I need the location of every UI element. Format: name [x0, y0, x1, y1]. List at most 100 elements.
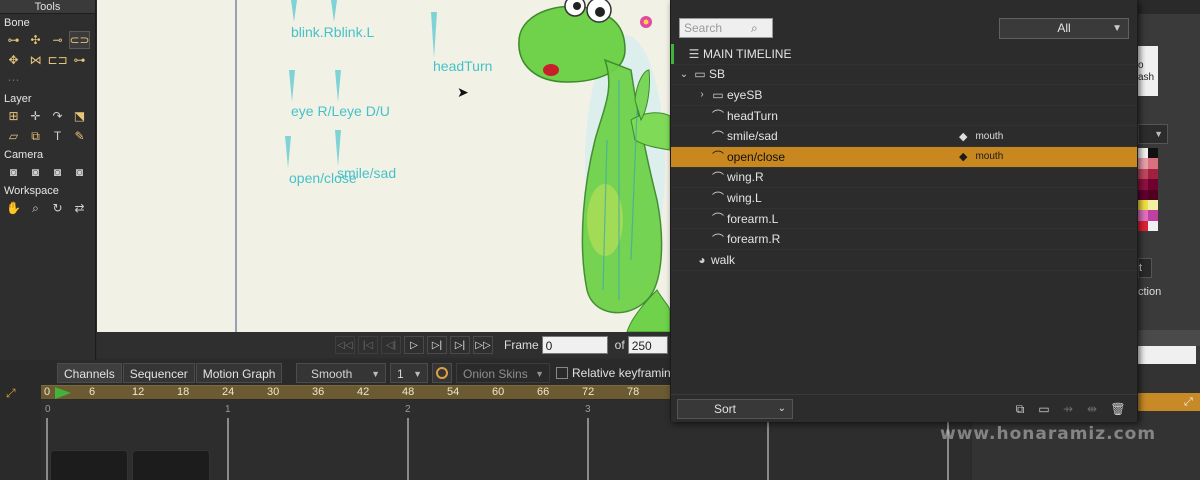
layer-row-sb[interactable]: ⌄ ▭ SB — [671, 65, 1137, 86]
text-tool-icon[interactable]: T — [47, 127, 68, 145]
rotate-workspace-icon[interactable]: ↻ — [47, 199, 68, 217]
expand-icon[interactable]: ⤢ — [1184, 396, 1193, 409]
layer-label: headTurn — [727, 108, 778, 123]
transform-bone-tool-icon[interactable]: ✥ — [3, 51, 24, 69]
ruler-number: 36 — [312, 386, 325, 398]
canvas-guide-line — [235, 0, 237, 332]
frame-ruler[interactable]: 0 6 12 18 24 30 36 42 48 54 60 66 72 78 — [41, 385, 670, 399]
offset-bone-tool-icon[interactable]: ⋯ — [3, 71, 24, 89]
layer-row-wing-l[interactable]: ⌒ wing.L — [671, 188, 1137, 209]
relative-keyframing-toggle[interactable]: Relative keyframing — [556, 363, 677, 383]
rotate-layer-tool-icon[interactable]: ↷ — [47, 107, 68, 125]
switch-layer-tool-icon[interactable]: ⧉ — [25, 127, 46, 145]
select-bone-tool-icon[interactable]: ⊶ — [3, 31, 24, 49]
camera-pan-tilt-icon[interactable]: ◙ — [69, 163, 90, 181]
style-panel-button[interactable]: t — [1138, 258, 1152, 278]
brush-tool-icon[interactable]: ✎ — [69, 127, 90, 145]
style-panel-input[interactable] — [1138, 346, 1196, 364]
search-input[interactable]: Search — [679, 18, 773, 38]
relative-keyframing-checkbox[interactable] — [556, 367, 568, 379]
trash-icon[interactable]: 🗑 — [1109, 400, 1127, 418]
layer-row-open-close[interactable]: ⌒ open/close ◆ mouth — [671, 146, 1137, 168]
orbit-workspace-icon[interactable]: ⇄ — [69, 199, 90, 217]
ruler-number: 30 — [267, 386, 280, 398]
chevron-down-icon: ▼ — [413, 369, 422, 379]
ruler-number: 18 — [177, 386, 190, 398]
set-origin-tool-icon[interactable]: ⊞ — [3, 107, 24, 125]
chevron-down-icon[interactable]: ⌄ — [677, 69, 691, 80]
sort-dropdown[interactable]: Sort ⌄ — [677, 399, 793, 419]
new-layer-icon[interactable]: ⧉ — [1011, 400, 1029, 418]
prev-keyframe-icon[interactable]: |◁ — [358, 336, 378, 354]
camera-roll-icon[interactable]: ◙ — [47, 163, 68, 181]
ruler-number: 78 — [627, 386, 640, 398]
switch-label-blink: blink.Rblink.L — [291, 24, 375, 40]
scale-layer-tool-icon[interactable]: ⬔ — [69, 107, 90, 125]
layer-row-forearm-l[interactable]: ⌒ forearm.L — [671, 209, 1137, 230]
manipulate-bones-tool-icon[interactable]: ⋈ — [25, 51, 46, 69]
tab-sequencer[interactable]: Sequencer — [122, 363, 195, 383]
style-swatch-label: o ash — [1138, 60, 1155, 83]
timeline-overlay-button[interactable] — [50, 450, 128, 480]
ruler-number: 54 — [447, 386, 460, 398]
add-bone-tool-icon[interactable]: ✣ — [25, 31, 46, 49]
expand-timeline-icon[interactable]: ⤢ — [6, 386, 16, 401]
loop-icon[interactable]: ▷▷ — [473, 336, 493, 354]
tab-channels[interactable]: Channels — [57, 363, 122, 383]
color-palette[interactable] — [1138, 148, 1158, 232]
camera-zoom-icon[interactable]: ◙ — [25, 163, 46, 181]
layer-row-eyesb[interactable]: › ▭ eyeSB — [671, 85, 1137, 106]
layer-label: wing.L — [727, 190, 762, 205]
step-forward-icon[interactable]: ▷| — [427, 336, 447, 354]
timeline-overlay-button[interactable] — [132, 450, 210, 480]
layer-row-walk[interactable]: ◕ walk — [671, 250, 1137, 271]
layer-row-forearm-r[interactable]: ⌒ forearm.R — [671, 229, 1137, 250]
translate-layer-tool-icon[interactable]: ✛ — [25, 107, 46, 125]
camera-track-icon[interactable]: ◙ — [3, 163, 24, 181]
total-frames-field[interactable]: 250 — [627, 336, 668, 354]
layer-row-smile-sad[interactable]: ⌒ smile/sad ◆ mouth — [671, 126, 1137, 147]
ungroup-layers-icon[interactable]: ⇹ — [1083, 400, 1101, 418]
step-dropdown[interactable]: 1 ▼ — [390, 363, 428, 383]
layer-label: open/close — [727, 149, 786, 164]
search-icon[interactable]: ⌕ — [751, 21, 758, 36]
onion-skins-dropdown[interactable]: Onion Skins ▼ — [456, 363, 550, 383]
bind-layer-tool-icon[interactable]: ⊏⊐ — [47, 51, 68, 69]
layer-row-main-timeline[interactable]: ☰ MAIN TIMELINE — [671, 44, 1137, 65]
switch-layer-icon: ⌒ — [711, 109, 724, 124]
play-icon[interactable]: ▷ — [404, 336, 424, 354]
new-folder-icon[interactable]: ▭ — [1035, 400, 1053, 418]
bind-points-tool-icon[interactable]: ⊶ — [69, 51, 90, 69]
dragon-character[interactable] — [507, 0, 670, 332]
bone-strength-tool-icon[interactable]: ⊂⊃ — [69, 31, 90, 49]
layer-row-wing-r[interactable]: ⌒ wing.R — [671, 168, 1137, 189]
tools-title: Tools — [0, 0, 95, 14]
layer-row-headturn[interactable]: ⌒ headTurn — [671, 106, 1137, 127]
switch-layer-icon: ⌒ — [711, 150, 724, 165]
rewind-start-icon[interactable]: ◁◁ — [335, 336, 355, 354]
onion-skin-icon[interactable] — [432, 363, 452, 383]
layer-label: forearm.L — [727, 211, 779, 226]
playhead-icon[interactable] — [55, 387, 71, 399]
chevron-down-icon: ▼ — [535, 369, 544, 379]
hand-icon[interactable]: ✋ — [3, 199, 24, 217]
chevron-right-icon[interactable]: › — [695, 89, 709, 100]
reparent-bone-tool-icon[interactable]: ⊸ — [47, 31, 68, 49]
switch-marker-icon — [335, 70, 341, 102]
zoom-icon[interactable]: ⌕ — [25, 199, 46, 217]
shear-layer-tool-icon[interactable]: ▱ — [3, 127, 24, 145]
style-panel-label: ction — [1138, 286, 1162, 298]
style-swatch-button[interactable]: o ash — [1138, 46, 1158, 96]
track-number: 1 — [225, 404, 231, 415]
switch-layer-icon: ⌒ — [711, 170, 724, 185]
group-layers-icon[interactable]: ⇸ — [1059, 400, 1077, 418]
canvas-viewport[interactable]: blink.Rblink.L headTurn eye R/Leye D/U o… — [97, 0, 670, 332]
relative-keyframing-label: Relative keyframing — [572, 366, 678, 380]
step-back-icon[interactable]: ◁| — [381, 336, 401, 354]
frame-field[interactable]: 0 — [541, 336, 608, 354]
interpolation-dropdown[interactable]: Smooth ▼ — [296, 363, 386, 383]
tab-motion-graph[interactable]: Motion Graph — [195, 363, 283, 383]
layer-filter-dropdown[interactable]: All ▼ — [999, 18, 1129, 39]
style-dropdown[interactable]: ▼ — [1138, 124, 1168, 144]
next-keyframe-icon[interactable]: ▷| — [450, 336, 470, 354]
